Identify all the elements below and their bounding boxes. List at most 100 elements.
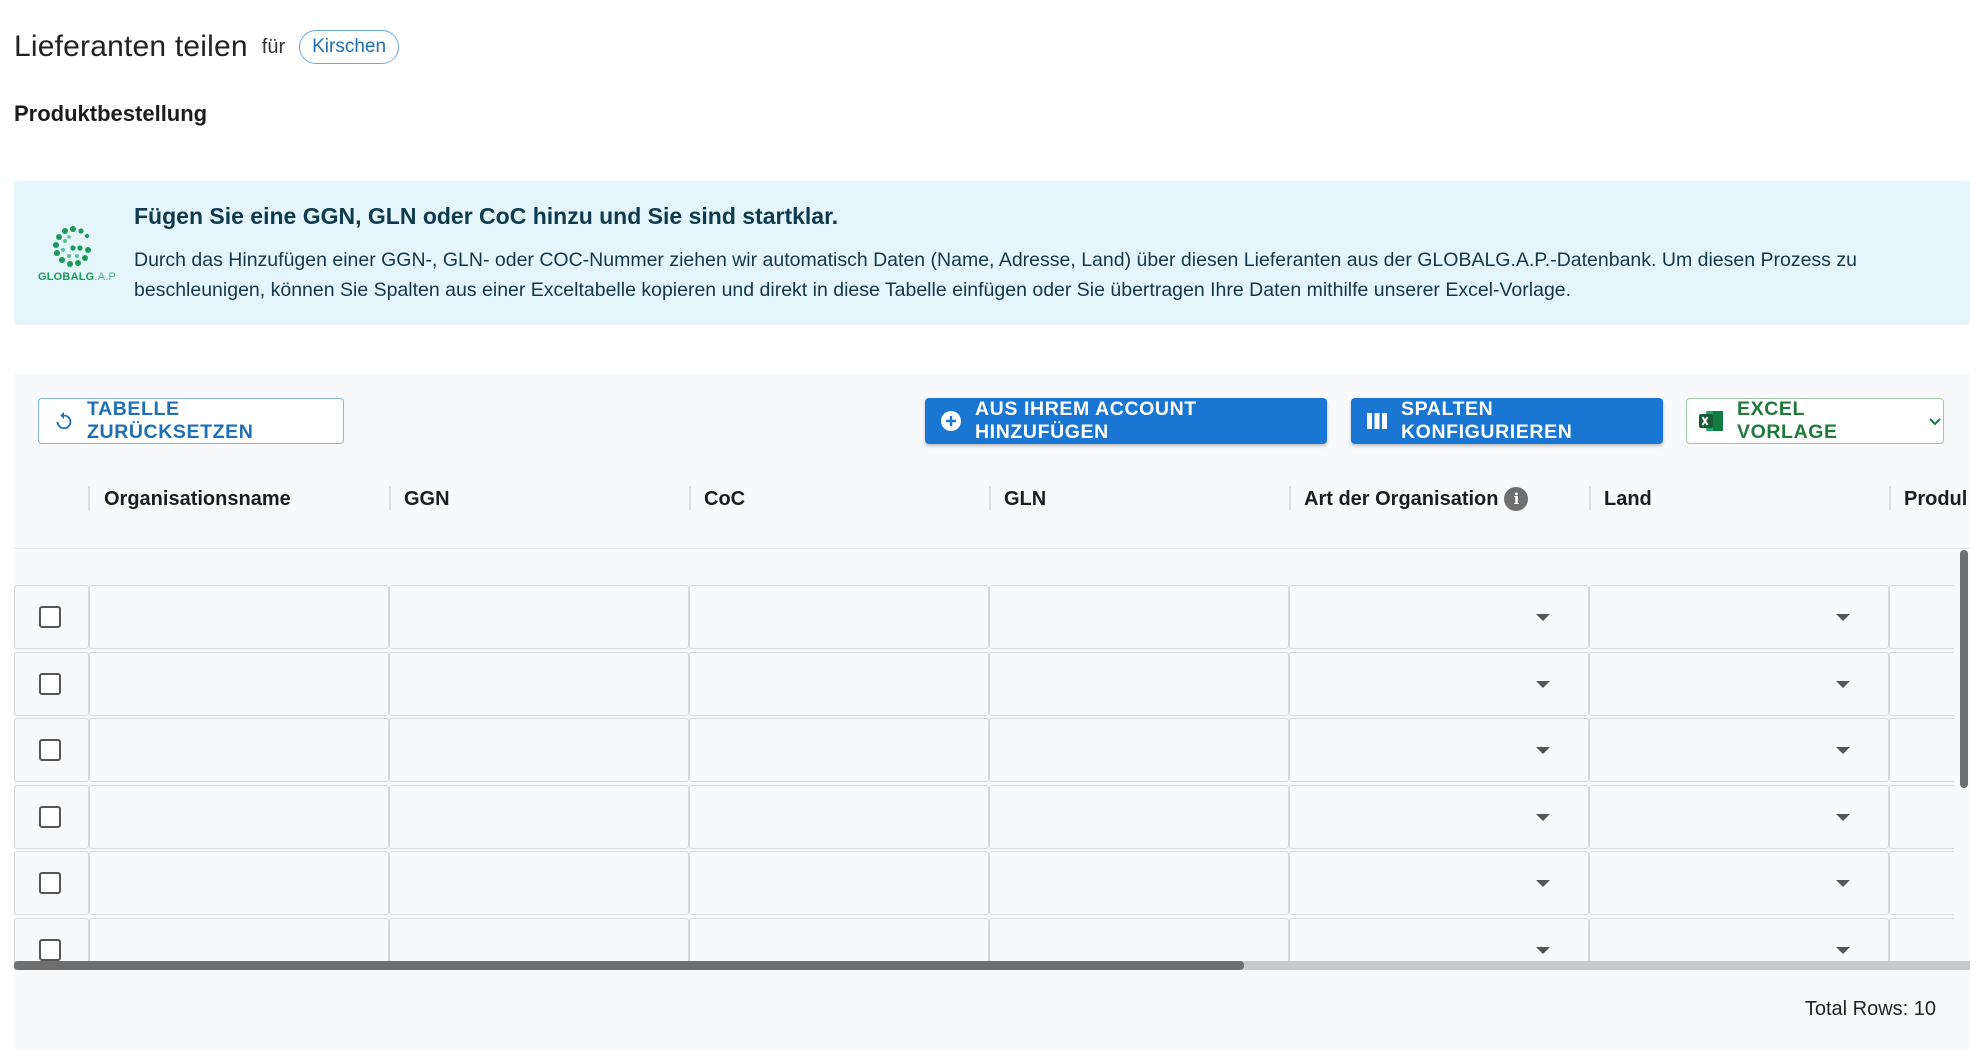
reset-table-button[interactable]: TABELLE ZURÜCKSETZEN bbox=[38, 398, 344, 444]
column-header-coc[interactable]: CoC bbox=[704, 474, 745, 524]
cell-land[interactable] bbox=[1589, 917, 1889, 961]
cell-gln[interactable] bbox=[989, 851, 1289, 915]
dropdown-arrow-icon[interactable] bbox=[1836, 813, 1850, 821]
globalgap-leaf-icon bbox=[53, 226, 91, 267]
cell-produkt[interactable] bbox=[1889, 917, 1954, 961]
cell-land[interactable] bbox=[1589, 784, 1889, 849]
cell-organisationsname[interactable] bbox=[89, 651, 389, 716]
cell-gln[interactable] bbox=[989, 585, 1289, 649]
cell-produkt[interactable] bbox=[1889, 651, 1954, 716]
cell-art-der-organisation[interactable] bbox=[1289, 718, 1589, 782]
table-row bbox=[14, 651, 1954, 718]
column-separator bbox=[88, 486, 90, 510]
dropdown-arrow-icon[interactable] bbox=[1536, 680, 1550, 688]
dropdown-arrow-icon[interactable] bbox=[1536, 813, 1550, 821]
cell-gln[interactable] bbox=[989, 651, 1289, 716]
add-from-account-button[interactable]: AUS IHREM ACCOUNT HINZUFÜGEN bbox=[925, 398, 1327, 444]
info-icon[interactable]: i bbox=[1504, 487, 1529, 511]
dropdown-arrow-icon[interactable] bbox=[1536, 747, 1550, 754]
cell-art-der-organisation[interactable] bbox=[1289, 651, 1589, 716]
excel-icon bbox=[1697, 408, 1725, 434]
product-chip[interactable]: Kirschen bbox=[299, 30, 400, 64]
column-header-gln[interactable]: GLN bbox=[1004, 474, 1046, 524]
cell-land[interactable] bbox=[1589, 851, 1889, 915]
cell-coc[interactable] bbox=[689, 851, 989, 915]
row-select-cell bbox=[14, 651, 89, 716]
cell-ggn[interactable] bbox=[389, 784, 689, 849]
cell-ggn[interactable] bbox=[389, 585, 689, 649]
view-column-icon bbox=[1365, 410, 1389, 432]
row-select-cell bbox=[14, 851, 89, 915]
cell-ggn[interactable] bbox=[389, 718, 689, 782]
cell-organisationsname[interactable] bbox=[89, 917, 389, 961]
cell-coc[interactable] bbox=[689, 585, 989, 649]
column-header-land[interactable]: Land bbox=[1604, 474, 1652, 524]
dropdown-arrow-icon[interactable] bbox=[1536, 880, 1550, 887]
row-checkbox[interactable] bbox=[39, 606, 61, 628]
cell-produkt[interactable] bbox=[1889, 585, 1954, 649]
column-separator bbox=[389, 486, 391, 510]
vertical-scrollbar-thumb[interactable] bbox=[1960, 550, 1968, 788]
cell-organisationsname[interactable] bbox=[89, 784, 389, 849]
cell-produkt[interactable] bbox=[1889, 851, 1954, 915]
dropdown-arrow-icon[interactable] bbox=[1836, 946, 1850, 954]
table-row bbox=[14, 718, 1954, 784]
cell-art-der-organisation[interactable] bbox=[1289, 851, 1589, 915]
page-header: Lieferanten teilen für Kirschen bbox=[14, 30, 400, 64]
excel-template-dropdown[interactable]: EXCEL VORLAGE bbox=[1686, 398, 1944, 444]
cell-land[interactable] bbox=[1589, 651, 1889, 716]
cell-coc[interactable] bbox=[689, 917, 989, 961]
cell-ggn[interactable] bbox=[389, 851, 689, 915]
cell-art-der-organisation[interactable] bbox=[1289, 784, 1589, 849]
cell-ggn[interactable] bbox=[389, 651, 689, 716]
refresh-icon bbox=[53, 410, 75, 432]
header-divider bbox=[14, 548, 1970, 549]
column-header-produkt[interactable]: Produl bbox=[1904, 474, 1970, 524]
table-row bbox=[14, 917, 1954, 961]
cell-art-der-organisation[interactable] bbox=[1289, 917, 1589, 961]
column-header-organisationsname[interactable]: Organisationsname bbox=[104, 474, 291, 524]
supplier-grid: TABELLE ZURÜCKSETZEN AUS IHREM ACCOUNT H… bbox=[14, 374, 1970, 1050]
dropdown-arrow-icon[interactable] bbox=[1536, 614, 1550, 621]
row-checkbox[interactable] bbox=[39, 739, 61, 761]
cell-produkt[interactable] bbox=[1889, 718, 1954, 782]
cell-coc[interactable] bbox=[689, 784, 989, 849]
row-checkbox[interactable] bbox=[39, 672, 61, 695]
configure-columns-button[interactable]: SPALTEN KONFIGURIEREN bbox=[1351, 398, 1663, 444]
info-banner: GLOBALG.A.P Fügen Sie eine GGN, GLN oder… bbox=[14, 181, 1970, 325]
cell-organisationsname[interactable] bbox=[89, 585, 389, 649]
add-circle-icon bbox=[939, 409, 963, 433]
row-checkbox[interactable] bbox=[39, 872, 61, 894]
cell-art-der-organisation[interactable] bbox=[1289, 585, 1589, 649]
column-separator bbox=[1889, 486, 1891, 510]
row-select-cell bbox=[14, 917, 89, 961]
dropdown-arrow-icon[interactable] bbox=[1836, 747, 1850, 754]
cell-gln[interactable] bbox=[989, 718, 1289, 782]
info-banner-title: Fügen Sie eine GGN, GLN oder CoC hinzu u… bbox=[134, 203, 839, 229]
column-header-ggn[interactable]: GGN bbox=[404, 474, 450, 524]
dropdown-arrow-icon[interactable] bbox=[1536, 946, 1550, 954]
dropdown-arrow-icon[interactable] bbox=[1836, 614, 1850, 621]
row-checkbox[interactable] bbox=[39, 938, 61, 961]
row-checkbox[interactable] bbox=[39, 805, 61, 828]
cell-coc[interactable] bbox=[689, 718, 989, 782]
cell-organisationsname[interactable] bbox=[89, 851, 389, 915]
dropdown-arrow-icon[interactable] bbox=[1836, 680, 1850, 688]
dropdown-arrow-icon[interactable] bbox=[1836, 880, 1850, 887]
cell-produkt[interactable] bbox=[1889, 784, 1954, 849]
cell-organisationsname[interactable] bbox=[89, 718, 389, 782]
info-banner-text: Durch das Hinzufügen einer GGN-, GLN- od… bbox=[134, 249, 1857, 301]
cell-gln[interactable] bbox=[989, 784, 1289, 849]
logo-text: GLOBALG.A.P bbox=[38, 271, 116, 283]
table-row bbox=[14, 585, 1954, 651]
cell-land[interactable] bbox=[1589, 585, 1889, 649]
cell-gln[interactable] bbox=[989, 917, 1289, 961]
section-title: Produktbestellung bbox=[14, 101, 208, 126]
cell-ggn[interactable] bbox=[389, 917, 689, 961]
cell-land[interactable] bbox=[1589, 718, 1889, 782]
cell-coc[interactable] bbox=[689, 651, 989, 716]
add-from-account-label: AUS IHREM ACCOUNT HINZUFÜGEN bbox=[975, 398, 1197, 443]
column-header-art-der-organisation[interactable]: Art der Organisation i bbox=[1304, 474, 1529, 524]
column-header-label: Art der Organisation bbox=[1304, 487, 1499, 510]
horizontal-scrollbar-thumb[interactable] bbox=[14, 961, 1244, 970]
